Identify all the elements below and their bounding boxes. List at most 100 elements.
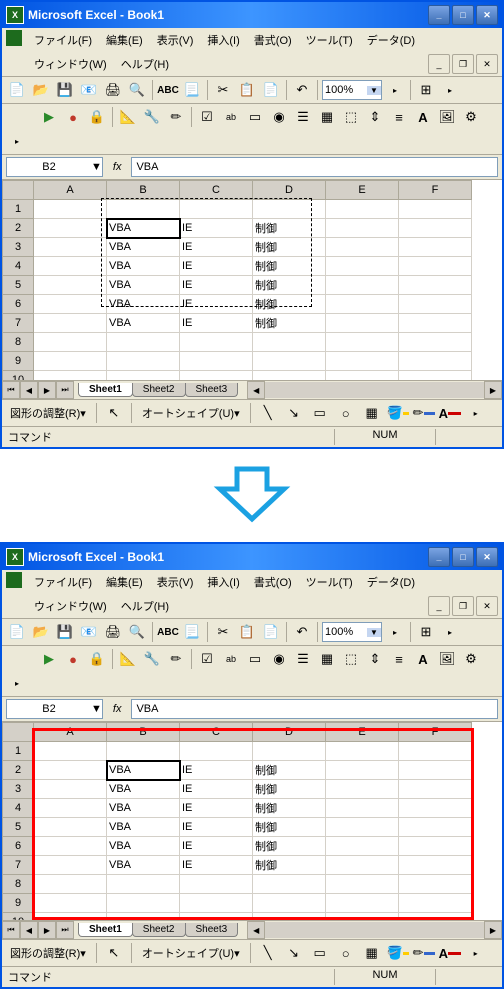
worksheet-grid[interactable]: A B C D E F 1 2VBAIE制御 3VBAIE制御 4VBAIE制御… [2, 722, 502, 920]
tab-next-icon[interactable]: ▶ [38, 381, 56, 399]
print-icon[interactable]: 🖨 [102, 79, 124, 101]
sheet-tab[interactable]: Sheet3 [185, 383, 239, 397]
menu-view[interactable]: 表示(V) [151, 30, 200, 50]
spell-icon[interactable]: ABC [157, 621, 179, 643]
formula-input[interactable]: VBA [131, 157, 498, 177]
active-cell[interactable]: VBA [107, 219, 180, 238]
doc-close[interactable]: ✕ [476, 54, 498, 74]
menu-insert[interactable]: 挿入(I) [201, 572, 245, 592]
control-label-icon[interactable]: A [412, 106, 434, 128]
name-box-dropdown-icon[interactable]: ▼ [91, 161, 102, 173]
control-spin-icon[interactable]: ⇕ [364, 106, 386, 128]
toolbar-end-icon[interactable]: ▸ [6, 672, 28, 694]
menu-data[interactable]: データ(D) [361, 572, 421, 592]
row-header[interactable]: 3 [3, 238, 34, 257]
row-header[interactable]: 10 [3, 913, 34, 921]
row-header[interactable]: 9 [3, 894, 34, 913]
control-checkbox-icon[interactable]: ☑ [196, 648, 218, 670]
zoom-dropdown-icon[interactable]: ▼ [367, 86, 381, 95]
toolbar-end-icon[interactable]: ▸ [6, 130, 28, 152]
toolbar-options-icon[interactable]: ▸ [384, 621, 406, 643]
open-icon[interactable]: 📂 [30, 621, 52, 643]
row-header[interactable]: 6 [3, 295, 34, 314]
row-header[interactable]: 5 [3, 276, 34, 295]
col-header[interactable]: E [326, 181, 399, 200]
col-header[interactable]: B [107, 723, 180, 742]
col-header[interactable]: F [399, 181, 472, 200]
col-header[interactable]: F [399, 723, 472, 742]
menu-tools[interactable]: ツール(T) [300, 30, 359, 50]
select-objects-icon[interactable]: ↖ [103, 402, 125, 424]
row-header[interactable]: 1 [3, 742, 34, 761]
oval-icon[interactable]: ○ [335, 402, 357, 424]
line-icon[interactable]: ╲ [257, 402, 279, 424]
control-scroll-icon[interactable]: ≡ [388, 106, 410, 128]
line-icon[interactable]: ╲ [257, 942, 279, 964]
name-box-dropdown-icon[interactable]: ▼ [91, 703, 102, 715]
doc-restore[interactable]: ❐ [452, 596, 474, 616]
tab-prev-icon[interactable]: ◀ [20, 921, 38, 939]
design-icon[interactable]: ✏ [165, 106, 187, 128]
control-list-icon[interactable]: ☰ [292, 106, 314, 128]
doc-icon[interactable] [6, 30, 22, 46]
col-header[interactable]: E [326, 723, 399, 742]
menu-insert[interactable]: 挿入(I) [201, 30, 245, 50]
line-color-icon[interactable]: ✏ [413, 402, 435, 424]
tab-next-icon[interactable]: ▶ [38, 921, 56, 939]
doc-minimize[interactable]: _ [428, 54, 450, 74]
control-toggle-icon[interactable]: ⬚ [340, 648, 362, 670]
scroll-right-icon[interactable]: ▶ [484, 381, 502, 399]
control-option-icon[interactable]: ◉ [268, 106, 290, 128]
fill-color-icon[interactable]: 🪣 [387, 402, 409, 424]
sheet-tab[interactable]: Sheet2 [132, 383, 186, 397]
doc-close[interactable]: ✕ [476, 596, 498, 616]
font-color-icon[interactable]: A [439, 942, 461, 964]
control-label-icon[interactable]: A [412, 648, 434, 670]
textbox-icon[interactable]: ▦ [361, 402, 383, 424]
menu-help[interactable]: ヘルプ(H) [115, 54, 175, 74]
menu-edit[interactable]: 編集(E) [100, 30, 149, 50]
control-more-icon[interactable]: ⚙ [460, 648, 482, 670]
name-box-input[interactable] [7, 160, 91, 174]
research-icon[interactable]: 📃 [181, 79, 203, 101]
menu-format[interactable]: 書式(O) [248, 30, 298, 50]
draw-menu[interactable]: 図形の調整(R) ▾ [6, 944, 90, 962]
zoom-combo[interactable]: ▼ [322, 622, 382, 642]
row-header[interactable]: 8 [3, 875, 34, 894]
name-box[interactable]: ▼ [6, 699, 103, 719]
row-header[interactable]: 8 [3, 333, 34, 352]
row-header[interactable]: 10 [3, 371, 34, 381]
toolbar-more-icon[interactable]: ▸ [465, 402, 487, 424]
control-combo-icon[interactable]: ▦ [316, 106, 338, 128]
control-option-icon[interactable]: ◉ [268, 648, 290, 670]
toolbox-icon[interactable]: 🔧 [141, 648, 163, 670]
scroll-left-icon[interactable]: ◀ [247, 921, 265, 939]
draw-menu[interactable]: 図形の調整(R) ▾ [6, 404, 90, 422]
row-header[interactable]: 6 [3, 837, 34, 856]
new-icon[interactable]: 📄 [6, 79, 28, 101]
zoom-dropdown-icon[interactable]: ▼ [367, 628, 381, 637]
row-header[interactable]: 3 [3, 780, 34, 799]
preview-icon[interactable]: 🔍 [126, 621, 148, 643]
oval-icon[interactable]: ○ [335, 942, 357, 964]
vbe-icon[interactable]: 📐 [117, 106, 139, 128]
record-icon[interactable]: ● [62, 106, 84, 128]
vbe-icon[interactable]: 📐 [117, 648, 139, 670]
row-header[interactable]: 1 [3, 200, 34, 219]
active-cell[interactable]: VBA [107, 761, 180, 780]
menu-file[interactable]: ファイル(F) [28, 572, 98, 592]
arrow-icon[interactable]: ↘ [283, 402, 305, 424]
control-button-icon[interactable]: ▭ [244, 648, 266, 670]
run-icon[interactable]: ▶ [38, 648, 60, 670]
control-more-icon[interactable]: ⚙ [460, 106, 482, 128]
toolbar-more-icon[interactable]: ▸ [465, 942, 487, 964]
copy-icon[interactable]: 📋 [236, 621, 258, 643]
tab-first-icon[interactable]: ⏮ [2, 921, 20, 939]
title-bar[interactable]: X Microsoft Excel - Book1 _ □ ✕ [2, 544, 502, 570]
control-spin-icon[interactable]: ⇕ [364, 648, 386, 670]
toolbar-options2-icon[interactable]: ▸ [439, 621, 461, 643]
autoshape-menu[interactable]: オートシェイプ(U) ▾ [138, 944, 244, 962]
worksheet-grid[interactable]: A B C D E F 1 2VBAIE制御 3VBAIE制御 4VBAIE制御… [2, 180, 502, 380]
select-all-corner[interactable] [3, 723, 34, 742]
menu-format[interactable]: 書式(O) [248, 572, 298, 592]
